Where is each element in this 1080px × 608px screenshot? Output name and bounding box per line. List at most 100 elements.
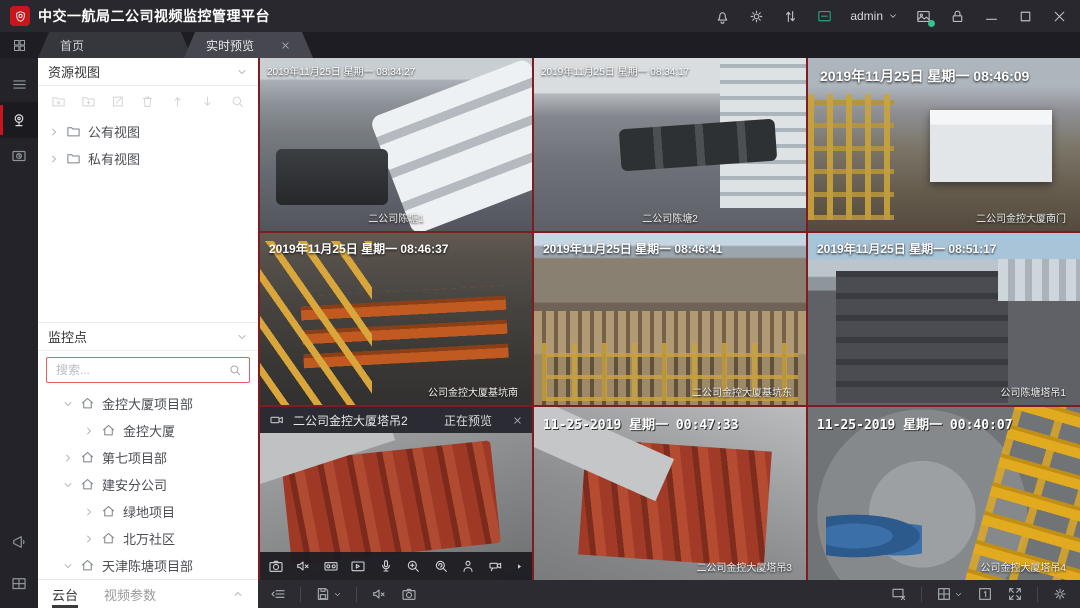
zoom-3d-icon[interactable] <box>433 558 449 574</box>
tree-item-seventh-project[interactable]: 第七项目部 <box>38 444 258 471</box>
close-video-icon[interactable] <box>512 415 523 426</box>
search-input[interactable] <box>54 362 228 378</box>
tabbar: 首页 实时预览 <box>0 32 1080 58</box>
user-menu[interactable]: admin <box>850 9 898 23</box>
tab-live-preview[interactable]: 实时预览 <box>184 32 313 58</box>
digital-zoom-icon[interactable] <box>405 558 421 574</box>
move-up-icon[interactable] <box>170 94 185 109</box>
instant-playback-icon[interactable] <box>350 558 366 574</box>
tab-ptz[interactable]: 云台 <box>52 580 78 608</box>
settings-gear-icon[interactable] <box>1052 586 1068 602</box>
resource-view-header[interactable]: 资源视图 <box>38 58 258 86</box>
snapshot-all-icon[interactable] <box>401 586 417 602</box>
chevron-right-icon[interactable] <box>83 425 95 437</box>
collapse-up-icon[interactable] <box>232 588 244 600</box>
tree-item-beiwan-community[interactable]: 北万社区 <box>38 525 258 552</box>
video-feed <box>260 58 532 231</box>
more-tools-icon[interactable] <box>515 562 524 571</box>
tab-home[interactable]: 首页 <box>38 32 192 58</box>
chevron-right-icon[interactable] <box>62 452 74 464</box>
monitor-points-header[interactable]: 监控点 <box>38 322 258 351</box>
video-cell-7-selected[interactable]: 二公司金控大厦塔吊2 正在预览 <box>260 407 532 580</box>
chevron-down-icon <box>888 11 898 21</box>
tree-item-tianjin-chentang[interactable]: 天津陈塘项目部 <box>38 552 258 579</box>
lock-icon[interactable] <box>949 8 966 25</box>
tab-video-params[interactable]: 视频参数 <box>104 580 156 608</box>
video-cell-6[interactable]: 2019年11月25日 星期一 08:51:17 公司陈塘塔吊1 <box>808 233 1080 406</box>
snapshot-icon[interactable] <box>268 558 284 574</box>
broadcast-icon[interactable] <box>0 524 38 560</box>
video-wall-icon[interactable] <box>0 566 38 602</box>
mute-icon[interactable] <box>295 558 311 574</box>
ptz-control-icon[interactable] <box>488 558 504 574</box>
divider <box>356 587 357 602</box>
mute-all-icon[interactable] <box>371 586 387 602</box>
data-exchange-icon[interactable] <box>782 8 799 25</box>
camera-label: 公司陈塘塔吊1 <box>1000 384 1066 399</box>
video-cell-8[interactable]: 11-25-2019 星期一 00:47:33 二公司金控大厦塔吊3 <box>534 407 806 580</box>
live-preview-icon[interactable] <box>0 102 38 138</box>
view-add-icon[interactable] <box>81 94 96 109</box>
chevron-right-icon[interactable] <box>83 506 95 518</box>
move-down-icon[interactable] <box>200 94 215 109</box>
apps-grid-icon[interactable] <box>0 32 38 58</box>
tree-item-label: 绿地项目 <box>123 502 175 521</box>
settings-gear-icon[interactable] <box>748 8 765 25</box>
close-button[interactable] <box>1051 8 1068 25</box>
close-tab-icon[interactable] <box>280 40 291 51</box>
video-cell-9[interactable]: 11-25-2019 星期一 00:40:07 公司金控大厦塔吊4 <box>808 407 1080 580</box>
camera-timestamp: 11-25-2019 星期一 00:40:07 <box>817 414 1013 433</box>
collapse-section-icon[interactable] <box>236 331 248 343</box>
site-home-icon <box>101 504 116 519</box>
tree-item-jinkong-project[interactable]: 金控大厦项目部 <box>38 390 258 417</box>
playback-icon[interactable] <box>0 138 38 174</box>
maximize-button[interactable] <box>1017 8 1034 25</box>
view-group-add-icon[interactable] <box>51 94 66 109</box>
video-cell-3[interactable]: 2019年11月25日 星期一 08:46:09 二公司金控大厦南门 <box>808 58 1080 231</box>
search-icon[interactable] <box>230 94 245 109</box>
tree-item-private-views[interactable]: 私有视图 <box>38 145 258 172</box>
delete-icon[interactable] <box>140 94 155 109</box>
tree-item-jianan-branch[interactable]: 建安分公司 <box>38 471 258 498</box>
talk-microphone-icon[interactable] <box>378 558 394 574</box>
video-cell-5[interactable]: 2019年11月25日 星期一 08:46:41 二公司金控大厦基坑东 <box>534 233 806 406</box>
chevron-expanded-icon[interactable] <box>62 560 74 572</box>
wall-monitor-icon[interactable] <box>816 8 833 25</box>
picture-status-icon[interactable] <box>915 8 932 25</box>
tree-item-jinkong-tower[interactable]: 金控大厦 <box>38 417 258 444</box>
tree-item-greenland-project[interactable]: 绿地项目 <box>38 498 258 525</box>
tree-item-label: 天津陈塘项目部 <box>102 556 193 575</box>
save-view-button[interactable] <box>315 586 342 602</box>
minimize-button[interactable] <box>983 8 1000 25</box>
chevron-expanded-icon[interactable] <box>62 398 74 410</box>
chevron-expanded-icon[interactable] <box>62 479 74 491</box>
chevron-right-icon[interactable] <box>48 153 60 165</box>
bell-icon[interactable] <box>714 8 731 25</box>
tree-item-public-views[interactable]: 公有视图 <box>38 118 258 145</box>
site-home-icon <box>80 558 95 573</box>
panel-bottom-tabs: 云台 视频参数 <box>38 579 258 608</box>
single-screen-icon[interactable] <box>977 586 993 602</box>
camera-timestamp: 2019年11月25日 星期一 08:46:09 <box>820 66 1029 86</box>
layout-grid-button[interactable] <box>936 586 963 602</box>
site-home-icon <box>101 423 116 438</box>
fullscreen-icon[interactable] <box>1007 586 1023 602</box>
chevron-right-icon[interactable] <box>83 533 95 545</box>
close-all-icon[interactable] <box>891 586 907 602</box>
video-cell-1[interactable]: 2019年11月25日 星期一 08:34:27 二公司陈塘1 <box>260 58 532 231</box>
video-cell-4[interactable]: 2019年11月25日 星期一 08:46:37 公司金控大厦基坑南 <box>260 233 532 406</box>
chevron-right-icon[interactable] <box>48 126 60 138</box>
menu-icon[interactable] <box>0 66 38 102</box>
camera-label: 二公司金控大厦基坑东 <box>692 384 792 399</box>
tab-label: 云台 <box>52 585 78 604</box>
edit-icon[interactable] <box>111 94 126 109</box>
search-icon[interactable] <box>228 363 242 377</box>
collapse-section-icon[interactable] <box>236 66 248 78</box>
preset-icon[interactable] <box>460 558 476 574</box>
video-cell-2[interactable]: 2019年11月25日 星期一 08:34:17 二公司陈塘2 <box>534 58 806 231</box>
monitor-tree: 金控大厦项目部 金控大厦 第七项目部 建安分公司 <box>38 388 258 579</box>
site-home-icon <box>80 396 95 411</box>
collapse-panel-icon[interactable] <box>270 586 286 602</box>
tree-item-label: 私有视图 <box>88 149 140 168</box>
record-icon[interactable] <box>323 558 339 574</box>
